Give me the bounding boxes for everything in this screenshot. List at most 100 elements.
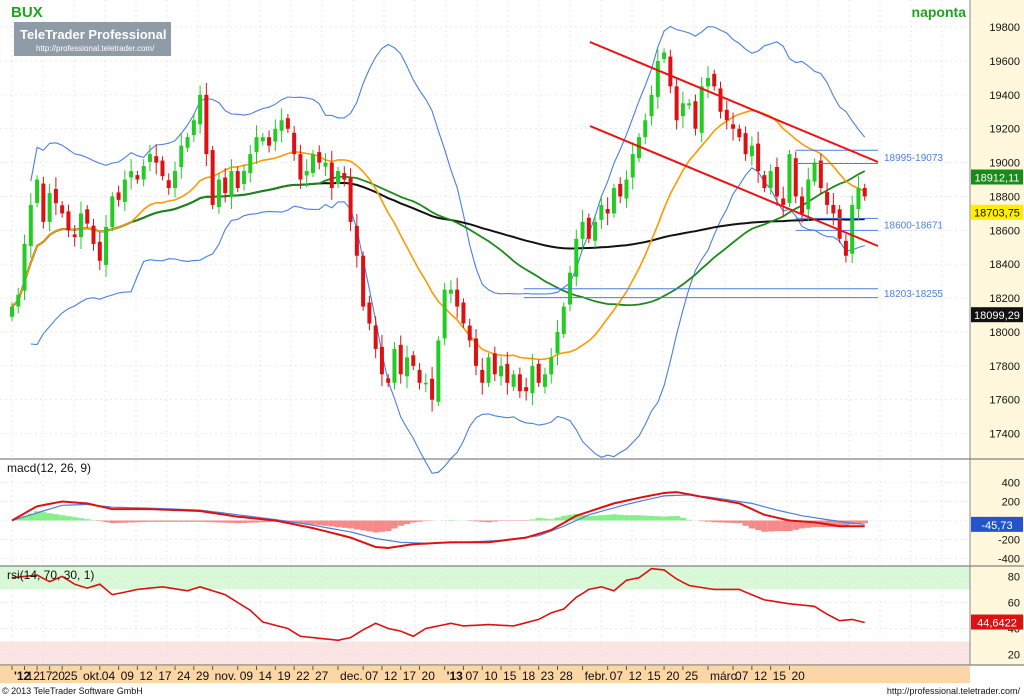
macd-histogram-bar: [742, 520, 749, 526]
candle-body: [831, 204, 836, 214]
macd-histogram-bar: [121, 520, 129, 523]
macd-histogram-bar: [353, 520, 361, 530]
rsi-overbought-zone: [0, 566, 970, 590]
date-label: 23: [541, 669, 555, 683]
candle-body: [179, 145, 184, 168]
date-label: 20: [422, 669, 436, 683]
candle-body: [386, 378, 391, 383]
candle-body: [304, 171, 309, 176]
candle-body: [530, 365, 535, 394]
date-label: 17: [403, 669, 417, 683]
macd-histogram-bar: [786, 520, 793, 532]
macd-histogram-bar: [560, 515, 568, 521]
candle-body: [329, 162, 334, 189]
candle-body: [662, 52, 667, 59]
macd-histogram-bar: [479, 520, 486, 522]
macd-value-label: -45,73: [981, 520, 1012, 532]
support-resistance-label: 18600-18671: [884, 220, 943, 231]
candle-body: [812, 162, 817, 182]
candle-body: [605, 209, 610, 214]
candle-body: [423, 382, 428, 385]
candle-body: [862, 188, 867, 197]
candle-body: [555, 331, 560, 354]
candle-body: [618, 183, 623, 197]
candle-body: [260, 137, 265, 142]
candle-body: [223, 177, 228, 194]
candle-body: [417, 369, 422, 383]
candle-body: [668, 56, 673, 87]
candle-body: [649, 94, 654, 117]
macd-histogram-bar: [322, 520, 329, 526]
candle-body: [229, 171, 234, 198]
candle-body: [536, 363, 541, 383]
macd-histogram-bar: [648, 515, 655, 521]
macd-histogram-bar: [209, 520, 216, 523]
macd-histogram-bar: [717, 520, 724, 523]
candle-body: [298, 154, 303, 180]
macd-histogram-bar: [335, 520, 342, 528]
macd-histogram-bar: [146, 520, 154, 522]
candle-body: [743, 133, 748, 155]
macd-histogram-bar: [366, 520, 373, 532]
macd-tick-label: -200: [998, 534, 1020, 546]
candle-body: [611, 188, 616, 214]
candle-body: [856, 188, 861, 210]
macd-histogram-bar: [46, 513, 53, 521]
candle-body: [336, 171, 341, 184]
macd-histogram-bar: [711, 520, 718, 523]
macd-histogram-bar: [673, 515, 680, 521]
macd-histogram-bar: [103, 520, 110, 523]
candle-body: [191, 120, 196, 136]
last-value-label: 18912,11: [974, 173, 1019, 185]
price-tick-label: 18600: [989, 225, 1020, 237]
last-value-label: 18703,75: [974, 208, 1020, 220]
macd-tick-label: 400: [1002, 478, 1020, 490]
date-label: dec.: [340, 669, 363, 683]
candle-body: [768, 171, 773, 189]
macd-histogram-bar: [115, 520, 122, 523]
candle-body: [630, 154, 635, 178]
candle-body: [549, 357, 554, 375]
candle-body: [66, 211, 71, 231]
candle-body: [110, 196, 115, 227]
macd-histogram-bar: [491, 520, 499, 522]
macd-histogram-bar: [535, 517, 542, 521]
period-label: naponta: [912, 4, 967, 20]
macd-histogram-bar: [328, 520, 336, 527]
candle-body: [787, 154, 792, 203]
macd-histogram-bar: [253, 520, 260, 523]
macd-histogram-bar: [259, 520, 267, 523]
macd-histogram-bar: [604, 514, 611, 521]
candle-body: [122, 179, 127, 202]
candle-body: [28, 204, 33, 246]
date-label: 07: [735, 669, 749, 683]
macd-histogram-bar: [96, 520, 104, 522]
candle-body: [348, 177, 353, 222]
date-label: 24: [177, 669, 191, 683]
macd-histogram-bar: [598, 515, 605, 521]
candle-body: [593, 221, 598, 241]
date-label: nov.: [215, 669, 237, 683]
candle-body: [373, 325, 378, 349]
macd-histogram-bar: [378, 520, 386, 532]
macd-histogram-bar: [316, 520, 323, 526]
date-label: 25: [64, 669, 78, 683]
candle-body: [461, 302, 466, 324]
support-resistance-label: 18995-19073: [884, 153, 943, 164]
candle-body: [718, 88, 723, 112]
candle-body: [825, 192, 830, 205]
candle-body: [850, 204, 855, 254]
candle-body: [693, 101, 698, 129]
macd-histogram-bar: [617, 514, 624, 521]
candle-body: [254, 137, 259, 153]
date-label: 27: [315, 669, 329, 683]
macd-histogram-bar: [240, 520, 248, 523]
price-tick-label: 19000: [989, 158, 1020, 170]
date-label: 15: [773, 669, 787, 683]
macd-histogram-bar: [861, 520, 869, 524]
candle-body: [361, 255, 366, 307]
macd-histogram-bar: [623, 515, 630, 521]
macd-histogram-bar: [404, 520, 411, 525]
price-tick-label: 18800: [989, 191, 1020, 203]
price-tick-label: 19400: [989, 90, 1020, 102]
